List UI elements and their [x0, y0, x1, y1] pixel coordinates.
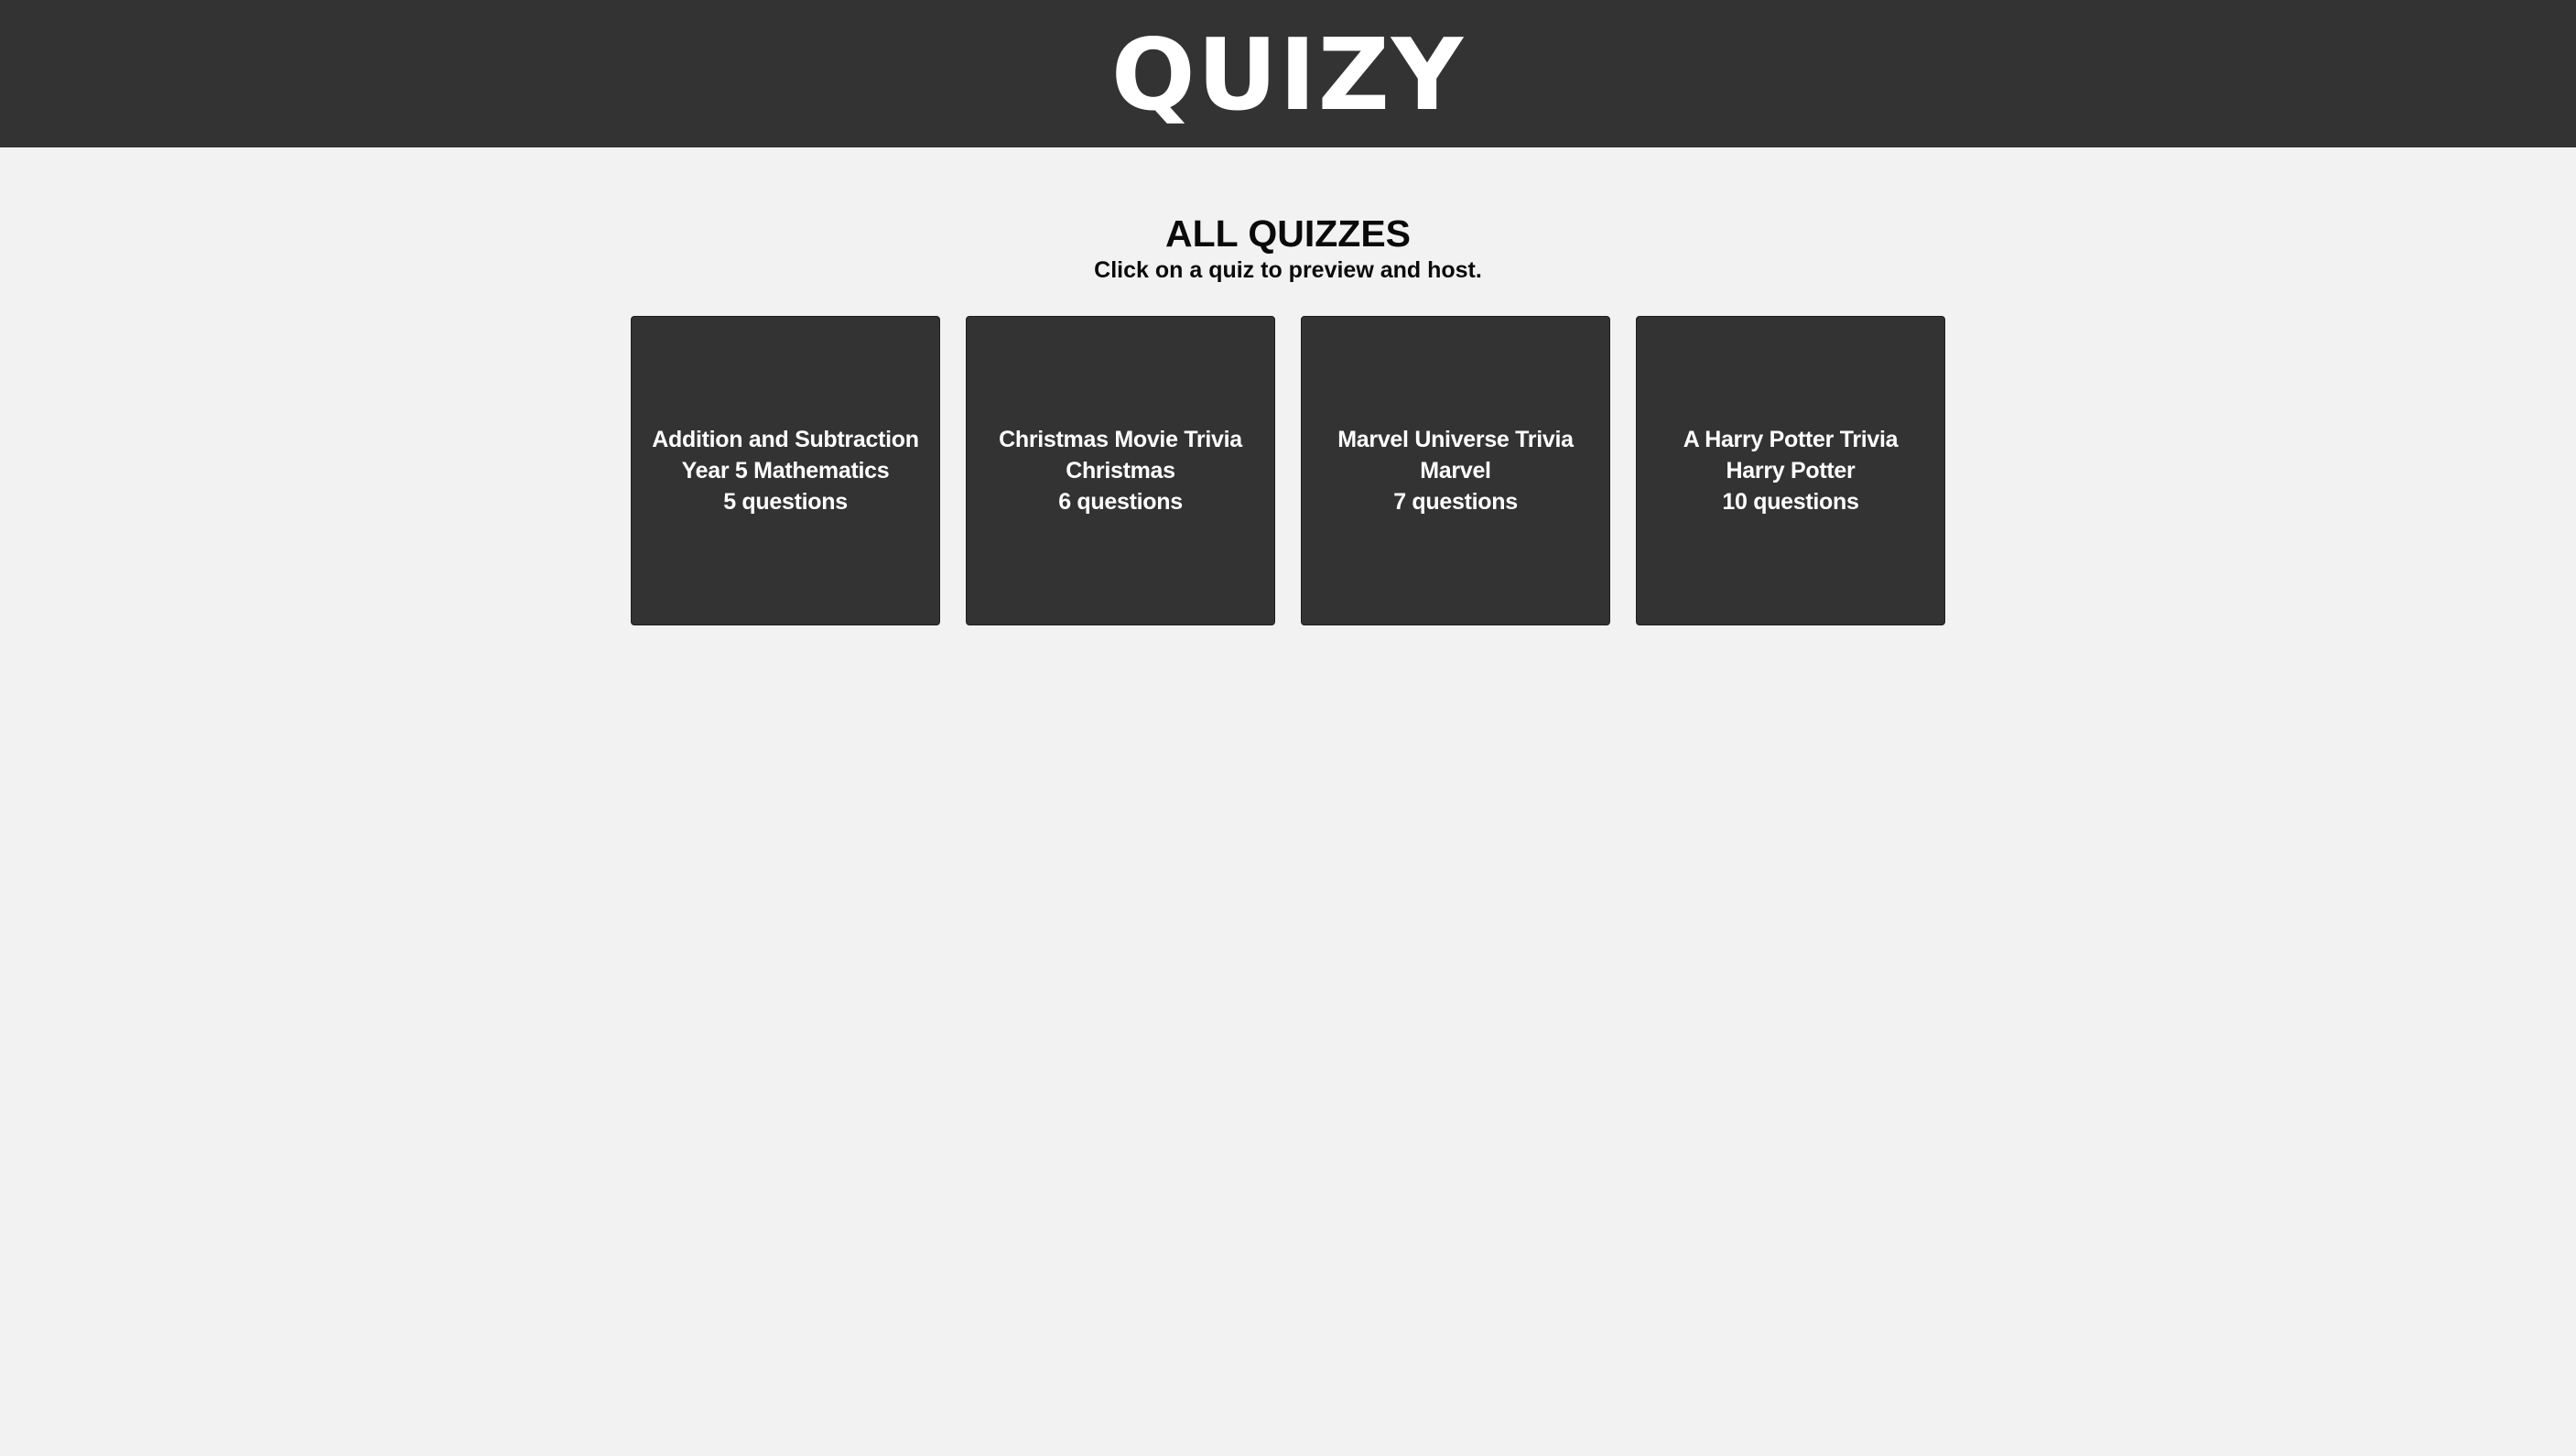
- page-title: ALL QUIZZES: [1164, 212, 1412, 255]
- quiz-title: Marvel Universe Trivia: [1337, 427, 1574, 453]
- quiz-category: Harry Potter: [1726, 458, 1856, 484]
- quiz-category: Christmas: [1066, 458, 1175, 484]
- quiz-card[interactable]: Addition and Subtraction Year 5 Mathemat…: [631, 316, 940, 626]
- quiz-title: Christmas Movie Trivia: [999, 427, 1242, 453]
- quiz-category: Year 5 Mathematics: [681, 458, 890, 484]
- quiz-title: Addition and Subtraction: [652, 427, 919, 453]
- quiz-list-page: ALL QUIZZES Click on a quiz to preview a…: [0, 147, 2576, 626]
- quiz-question-count: 7 questions: [1393, 489, 1518, 516]
- quiz-grid: Addition and Subtraction Year 5 Mathemat…: [631, 316, 1945, 626]
- page-subtitle: Click on a quiz to preview and host.: [1094, 257, 1482, 284]
- quiz-card[interactable]: Christmas Movie Trivia Christmas 6 quest…: [966, 316, 1275, 626]
- quiz-question-count: 5 questions: [723, 489, 848, 516]
- quiz-title: A Harry Potter Trivia: [1683, 427, 1899, 453]
- quiz-category: Marvel: [1420, 458, 1491, 484]
- quiz-question-count: 6 questions: [1058, 489, 1183, 516]
- quiz-card[interactable]: Marvel Universe Trivia Marvel 7 question…: [1301, 316, 1610, 626]
- top-bar: QUIZY: [0, 0, 2576, 147]
- app-logo[interactable]: QUIZY: [1111, 26, 1465, 125]
- quiz-question-count: 10 questions: [1722, 489, 1859, 516]
- quiz-card[interactable]: A Harry Potter Trivia Harry Potter 10 qu…: [1636, 316, 1945, 626]
